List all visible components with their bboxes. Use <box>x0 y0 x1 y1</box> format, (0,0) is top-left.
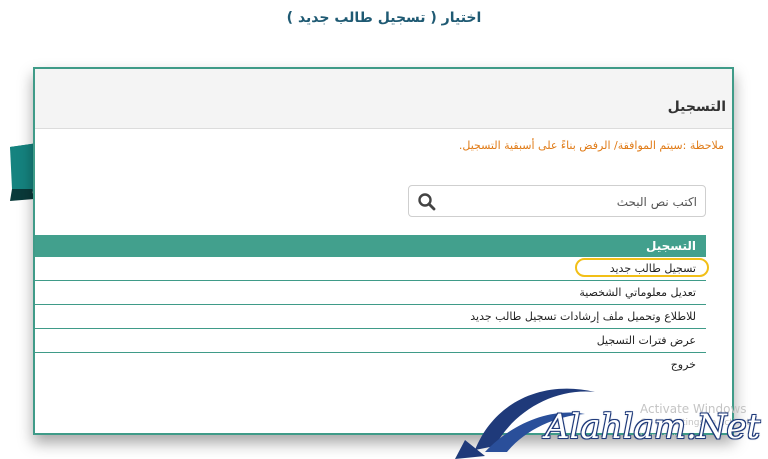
menu-item-logout[interactable]: خروج <box>35 353 706 376</box>
registration-menu: التسجيل تسجيل طالب جديد تعديل معلوماتي ا… <box>35 235 709 376</box>
menu-item-label: تعديل معلوماتي الشخصية <box>579 286 696 299</box>
menu-header: التسجيل <box>35 235 706 257</box>
menu-item-label: عرض فترات التسجيل <box>596 334 696 347</box>
menu-item-edit-info[interactable]: تعديل معلوماتي الشخصية <box>35 281 706 305</box>
search-icon[interactable] <box>417 192 437 212</box>
highlight-circle <box>575 258 709 277</box>
menu-item-guidelines[interactable]: للاطلاع وتحميل ملف إرشادات تسجيل طالب جد… <box>35 305 706 329</box>
registration-note: ملاحظة :سيتم الموافقة/ الرفض بناءً على أ… <box>458 139 724 152</box>
menu-item-periods[interactable]: عرض فترات التسجيل <box>35 329 706 353</box>
search-input[interactable] <box>445 186 699 218</box>
menu-item-label: للاطلاع وتحميل ملف إرشادات تسجيل طالب جد… <box>470 310 696 323</box>
site-logo-text: Alahlam.Net <box>545 407 761 447</box>
panel-title: التسجيل <box>667 99 726 115</box>
search-box <box>408 185 706 218</box>
page-heading: اختيار ( تسجيل طالب جديد ) <box>286 10 482 26</box>
menu-item-new-student[interactable]: تسجيل طالب جديد <box>35 257 709 281</box>
menu-item-label: خروج <box>670 358 696 371</box>
panel-header: التسجيل <box>35 69 732 129</box>
